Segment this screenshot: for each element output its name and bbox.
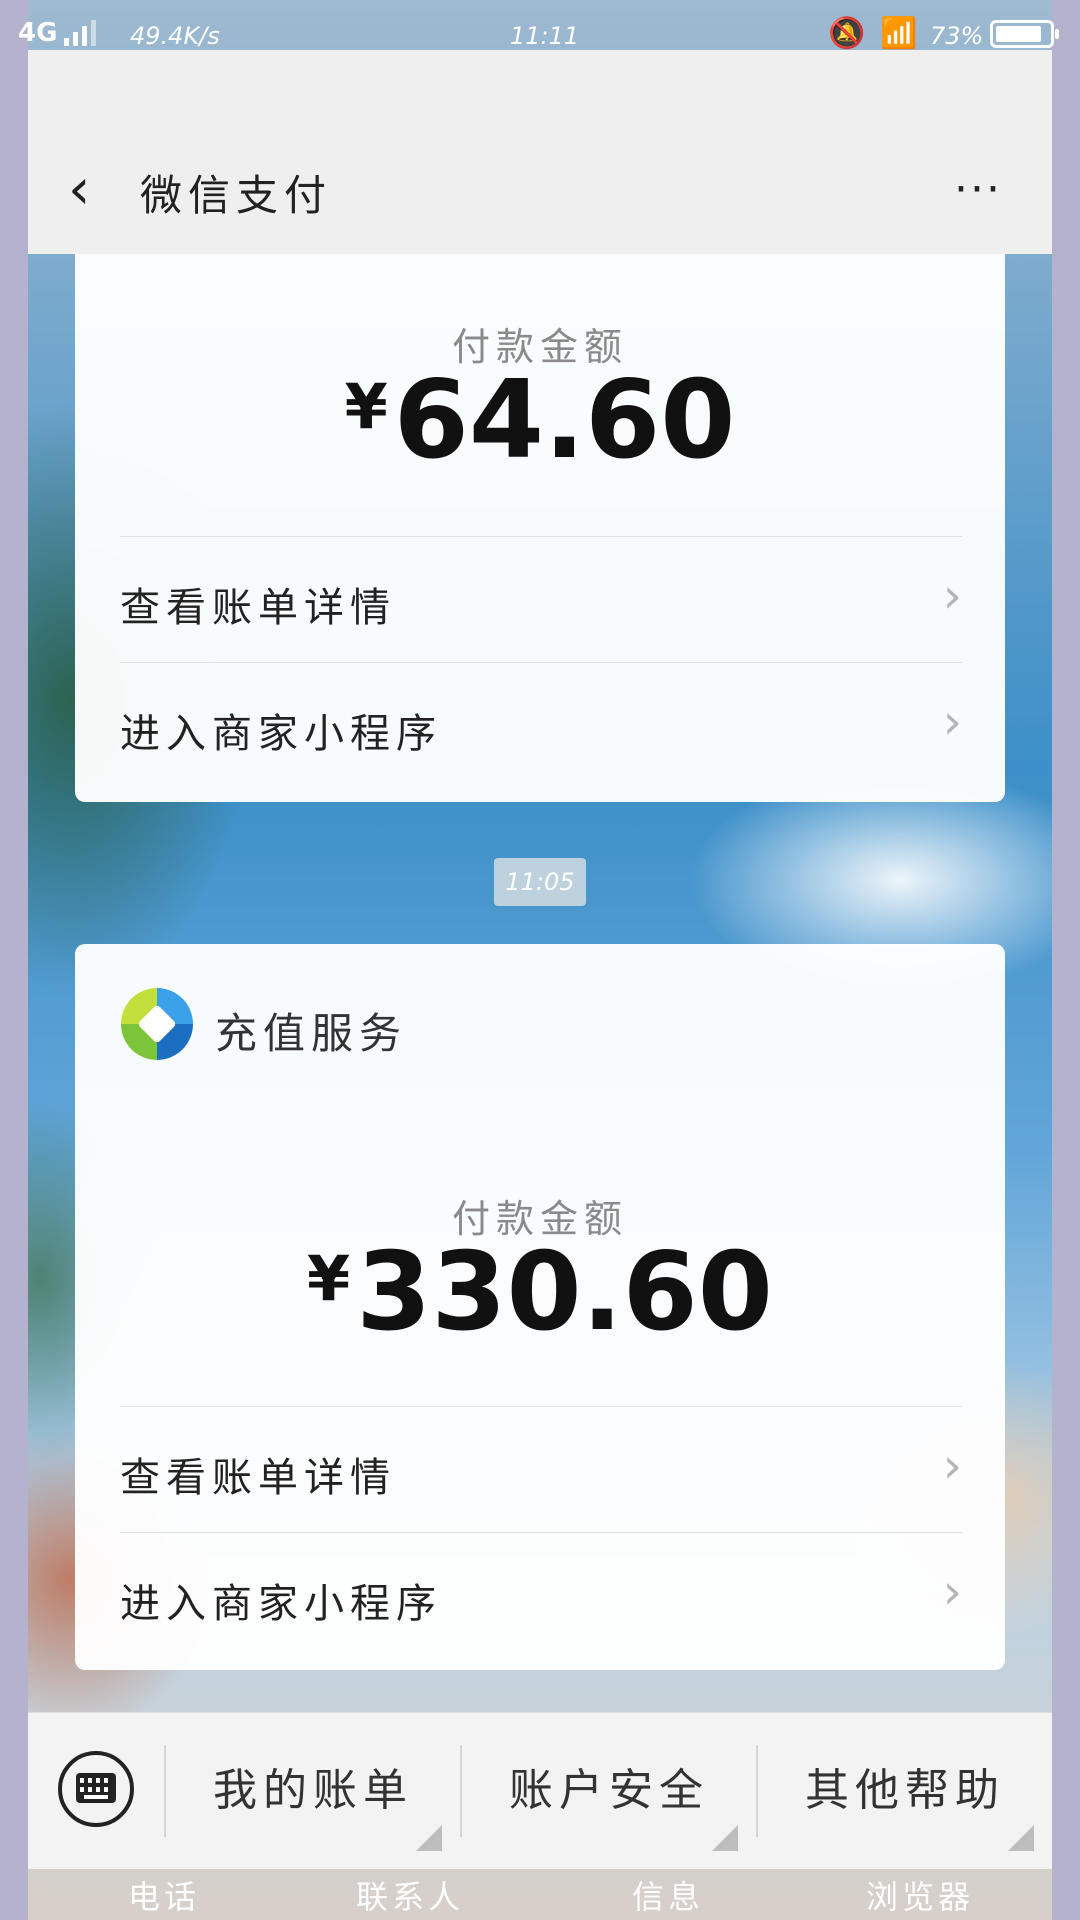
chevron-right-icon: ›	[942, 694, 962, 750]
frame-left	[0, 0, 28, 1920]
wifi-icon: 📶	[880, 16, 918, 51]
chevron-right-icon: ›	[942, 568, 962, 624]
payment-card: 充值服务 付款金额 ¥330.60 查看账单详情 › 进入商家小程序 ›	[75, 944, 1005, 1670]
payment-amount: ¥64.60	[344, 358, 736, 483]
dock-browser[interactable]: 浏览器	[866, 1872, 974, 1918]
view-bill-details-row[interactable]: 查看账单详情 ›	[120, 1406, 962, 1533]
network-label: 4G	[18, 18, 58, 48]
status-time: 11:11	[510, 22, 580, 50]
menu-other-help[interactable]: 其他帮助	[758, 1713, 1052, 1869]
page-title: 微信支付	[140, 171, 333, 220]
merchant-name: 充值服务	[215, 1009, 408, 1058]
merchant-mini-program-row[interactable]: 进入商家小程序 ›	[120, 1532, 962, 1659]
merchant-mini-program-row[interactable]: 进入商家小程序 ›	[120, 662, 962, 789]
battery-percent: 73%	[930, 22, 984, 50]
battery-icon	[990, 20, 1059, 48]
payment-amount: ¥330.60	[307, 1230, 773, 1355]
chevron-right-icon: ›	[942, 1564, 962, 1620]
dock-phone[interactable]: 电话	[128, 1872, 200, 1918]
row-label: 进入商家小程序	[120, 711, 442, 757]
row-label: 进入商家小程序	[120, 1581, 442, 1627]
row-label: 查看账单详情	[120, 1455, 396, 1501]
keyboard-icon[interactable]	[58, 1751, 134, 1827]
signal-icon	[64, 20, 96, 46]
back-arrow-icon[interactable]: ‹	[68, 160, 118, 220]
frame-right	[1052, 0, 1080, 1920]
payment-card: 付款金额 ¥64.60 查看账单详情 › 进入商家小程序 ›	[75, 254, 1005, 802]
status-bar: 4G 49.4K/s 11:11 🔕 📶 73%	[0, 0, 1080, 51]
dock-messages[interactable]: 信息	[632, 1872, 704, 1918]
menu-account-security[interactable]: 账户安全	[462, 1713, 756, 1869]
dock-contacts[interactable]: 联系人	[356, 1872, 464, 1918]
network-speed: 49.4K/s	[130, 22, 220, 50]
menu-my-bills[interactable]: 我的账单	[166, 1713, 460, 1869]
message-timestamp: 11:05	[494, 858, 586, 906]
chevron-right-icon: ›	[942, 1438, 962, 1494]
mute-bell-icon: 🔕	[828, 16, 866, 51]
app-header: ‹ 微信支付 ···	[28, 50, 1052, 254]
view-bill-details-row[interactable]: 查看账单详情 ›	[120, 536, 962, 663]
bottom-menu: 我的账单 账户安全 其他帮助	[28, 1712, 1052, 1869]
row-label: 查看账单详情	[120, 585, 396, 631]
more-dots-icon[interactable]: ···	[954, 168, 1002, 212]
launcher-dock: 电话 联系人 信息 浏览器	[0, 1868, 1080, 1920]
merchant-logo-icon	[121, 988, 193, 1060]
